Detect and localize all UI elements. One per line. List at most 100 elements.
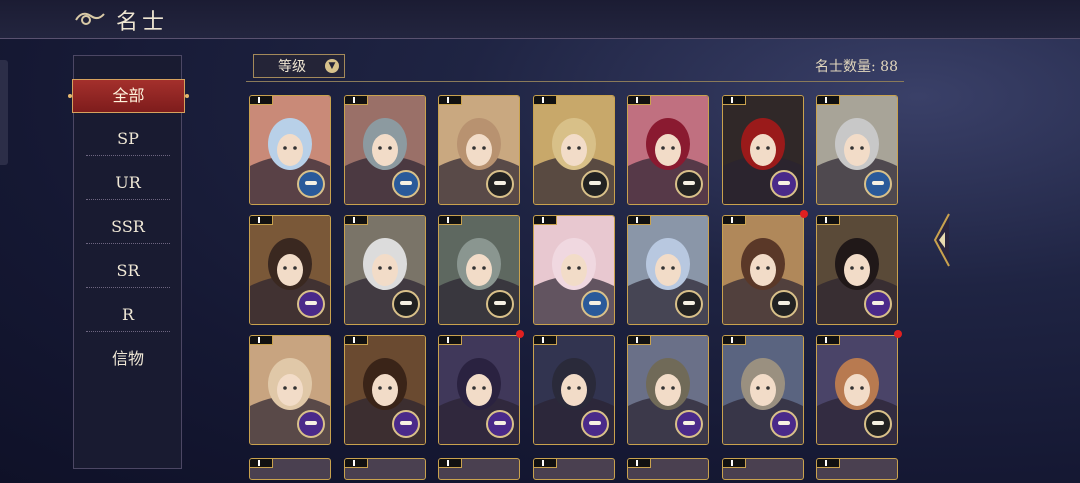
faction-emblem-icon (770, 410, 798, 438)
level-tag (628, 336, 651, 345)
collapse-arrow-icon[interactable] (931, 212, 953, 268)
faction-emblem-icon (581, 170, 609, 198)
category-all[interactable]: 全部 (68, 79, 189, 113)
character-card[interactable] (344, 458, 426, 480)
character-card[interactable] (533, 95, 615, 205)
faction-emblem-icon (297, 290, 325, 318)
character-card[interactable] (816, 458, 898, 480)
character-card[interactable] (816, 215, 898, 325)
faction-emblem-icon (392, 410, 420, 438)
category-label: UR (115, 173, 141, 192)
character-card[interactable] (344, 215, 426, 325)
level-tag (439, 216, 462, 225)
character-card[interactable] (438, 95, 520, 205)
faction-emblem-icon (864, 170, 892, 198)
faction-emblem-icon (581, 290, 609, 318)
left-edge-tab[interactable] (0, 60, 8, 165)
faction-emblem-icon (486, 410, 514, 438)
character-card[interactable] (627, 335, 709, 445)
level-tag (534, 336, 557, 345)
character-card[interactable] (722, 458, 804, 480)
level-tag (439, 459, 462, 468)
faction-emblem-icon (297, 170, 325, 198)
level-tag (345, 96, 368, 105)
sort-label: 等级 (278, 59, 306, 75)
faction-emblem-icon (675, 410, 703, 438)
level-tag (439, 96, 462, 105)
level-tag (723, 336, 746, 345)
category-label: 信物 (111, 349, 144, 368)
character-card[interactable] (438, 335, 520, 445)
character-card[interactable] (438, 458, 520, 480)
page-title: 名士 (116, 10, 169, 35)
divider (246, 81, 904, 82)
category-token[interactable]: 信物 (86, 343, 170, 375)
level-tag (345, 216, 368, 225)
level-tag (250, 96, 273, 105)
character-card[interactable] (816, 95, 898, 205)
faction-emblem-icon (675, 170, 703, 198)
category-ssr[interactable]: SSR (86, 211, 170, 244)
level-tag (534, 96, 557, 105)
character-card[interactable] (627, 95, 709, 205)
level-tag (723, 96, 746, 105)
character-card[interactable] (722, 215, 804, 325)
category-label: SSR (111, 217, 145, 236)
category-label: SR (116, 261, 140, 280)
category-label: 全部 (112, 86, 145, 105)
chevron-down-icon: ▼ (325, 59, 339, 73)
character-card[interactable] (533, 335, 615, 445)
character-card[interactable] (249, 215, 331, 325)
faction-emblem-icon (486, 170, 514, 198)
character-card[interactable] (533, 458, 615, 480)
faction-emblem-icon (864, 290, 892, 318)
character-card[interactable] (816, 335, 898, 445)
character-card[interactable] (249, 335, 331, 445)
faction-emblem-icon (581, 410, 609, 438)
faction-emblem-icon (770, 290, 798, 318)
character-card[interactable] (344, 335, 426, 445)
character-card[interactable] (438, 215, 520, 325)
notification-dot (516, 330, 524, 338)
notification-dot (800, 210, 808, 218)
faction-emblem-icon (486, 290, 514, 318)
character-card[interactable] (344, 95, 426, 205)
level-tag (628, 459, 651, 468)
level-tag (250, 216, 273, 225)
level-tag (250, 459, 273, 468)
cloud-swirl-icon (75, 12, 105, 25)
category-r[interactable]: R (86, 299, 170, 332)
category-label: SP (117, 129, 139, 148)
level-tag (345, 459, 368, 468)
level-tag (723, 459, 746, 468)
faction-emblem-icon (297, 410, 325, 438)
category-sidebar: 全部 SP UR SSR SR R 信物 (68, 55, 189, 469)
faction-emblem-icon (392, 290, 420, 318)
level-tag (628, 216, 651, 225)
category-sr[interactable]: SR (86, 255, 170, 288)
character-card[interactable] (627, 458, 709, 480)
top-bar: 名士 (0, 0, 1080, 39)
level-tag (628, 96, 651, 105)
category-sp[interactable]: SP (86, 123, 170, 156)
level-tag (345, 336, 368, 345)
faction-emblem-icon (770, 170, 798, 198)
character-card[interactable] (249, 458, 331, 480)
level-tag (439, 336, 462, 345)
level-tag (723, 216, 746, 225)
character-count: 名士数量: 88 (815, 59, 898, 75)
category-label: R (121, 305, 135, 324)
level-tag (534, 216, 557, 225)
character-card[interactable] (722, 335, 804, 445)
character-card[interactable] (533, 215, 615, 325)
level-tag (817, 216, 840, 225)
character-card[interactable] (722, 95, 804, 205)
character-card[interactable] (627, 215, 709, 325)
character-card[interactable] (249, 95, 331, 205)
faction-emblem-icon (864, 410, 892, 438)
sort-dropdown[interactable]: 等级 ▼ (253, 54, 345, 78)
level-tag (817, 459, 840, 468)
category-ur[interactable]: UR (86, 167, 170, 200)
level-tag (534, 459, 557, 468)
level-tag (817, 336, 840, 345)
